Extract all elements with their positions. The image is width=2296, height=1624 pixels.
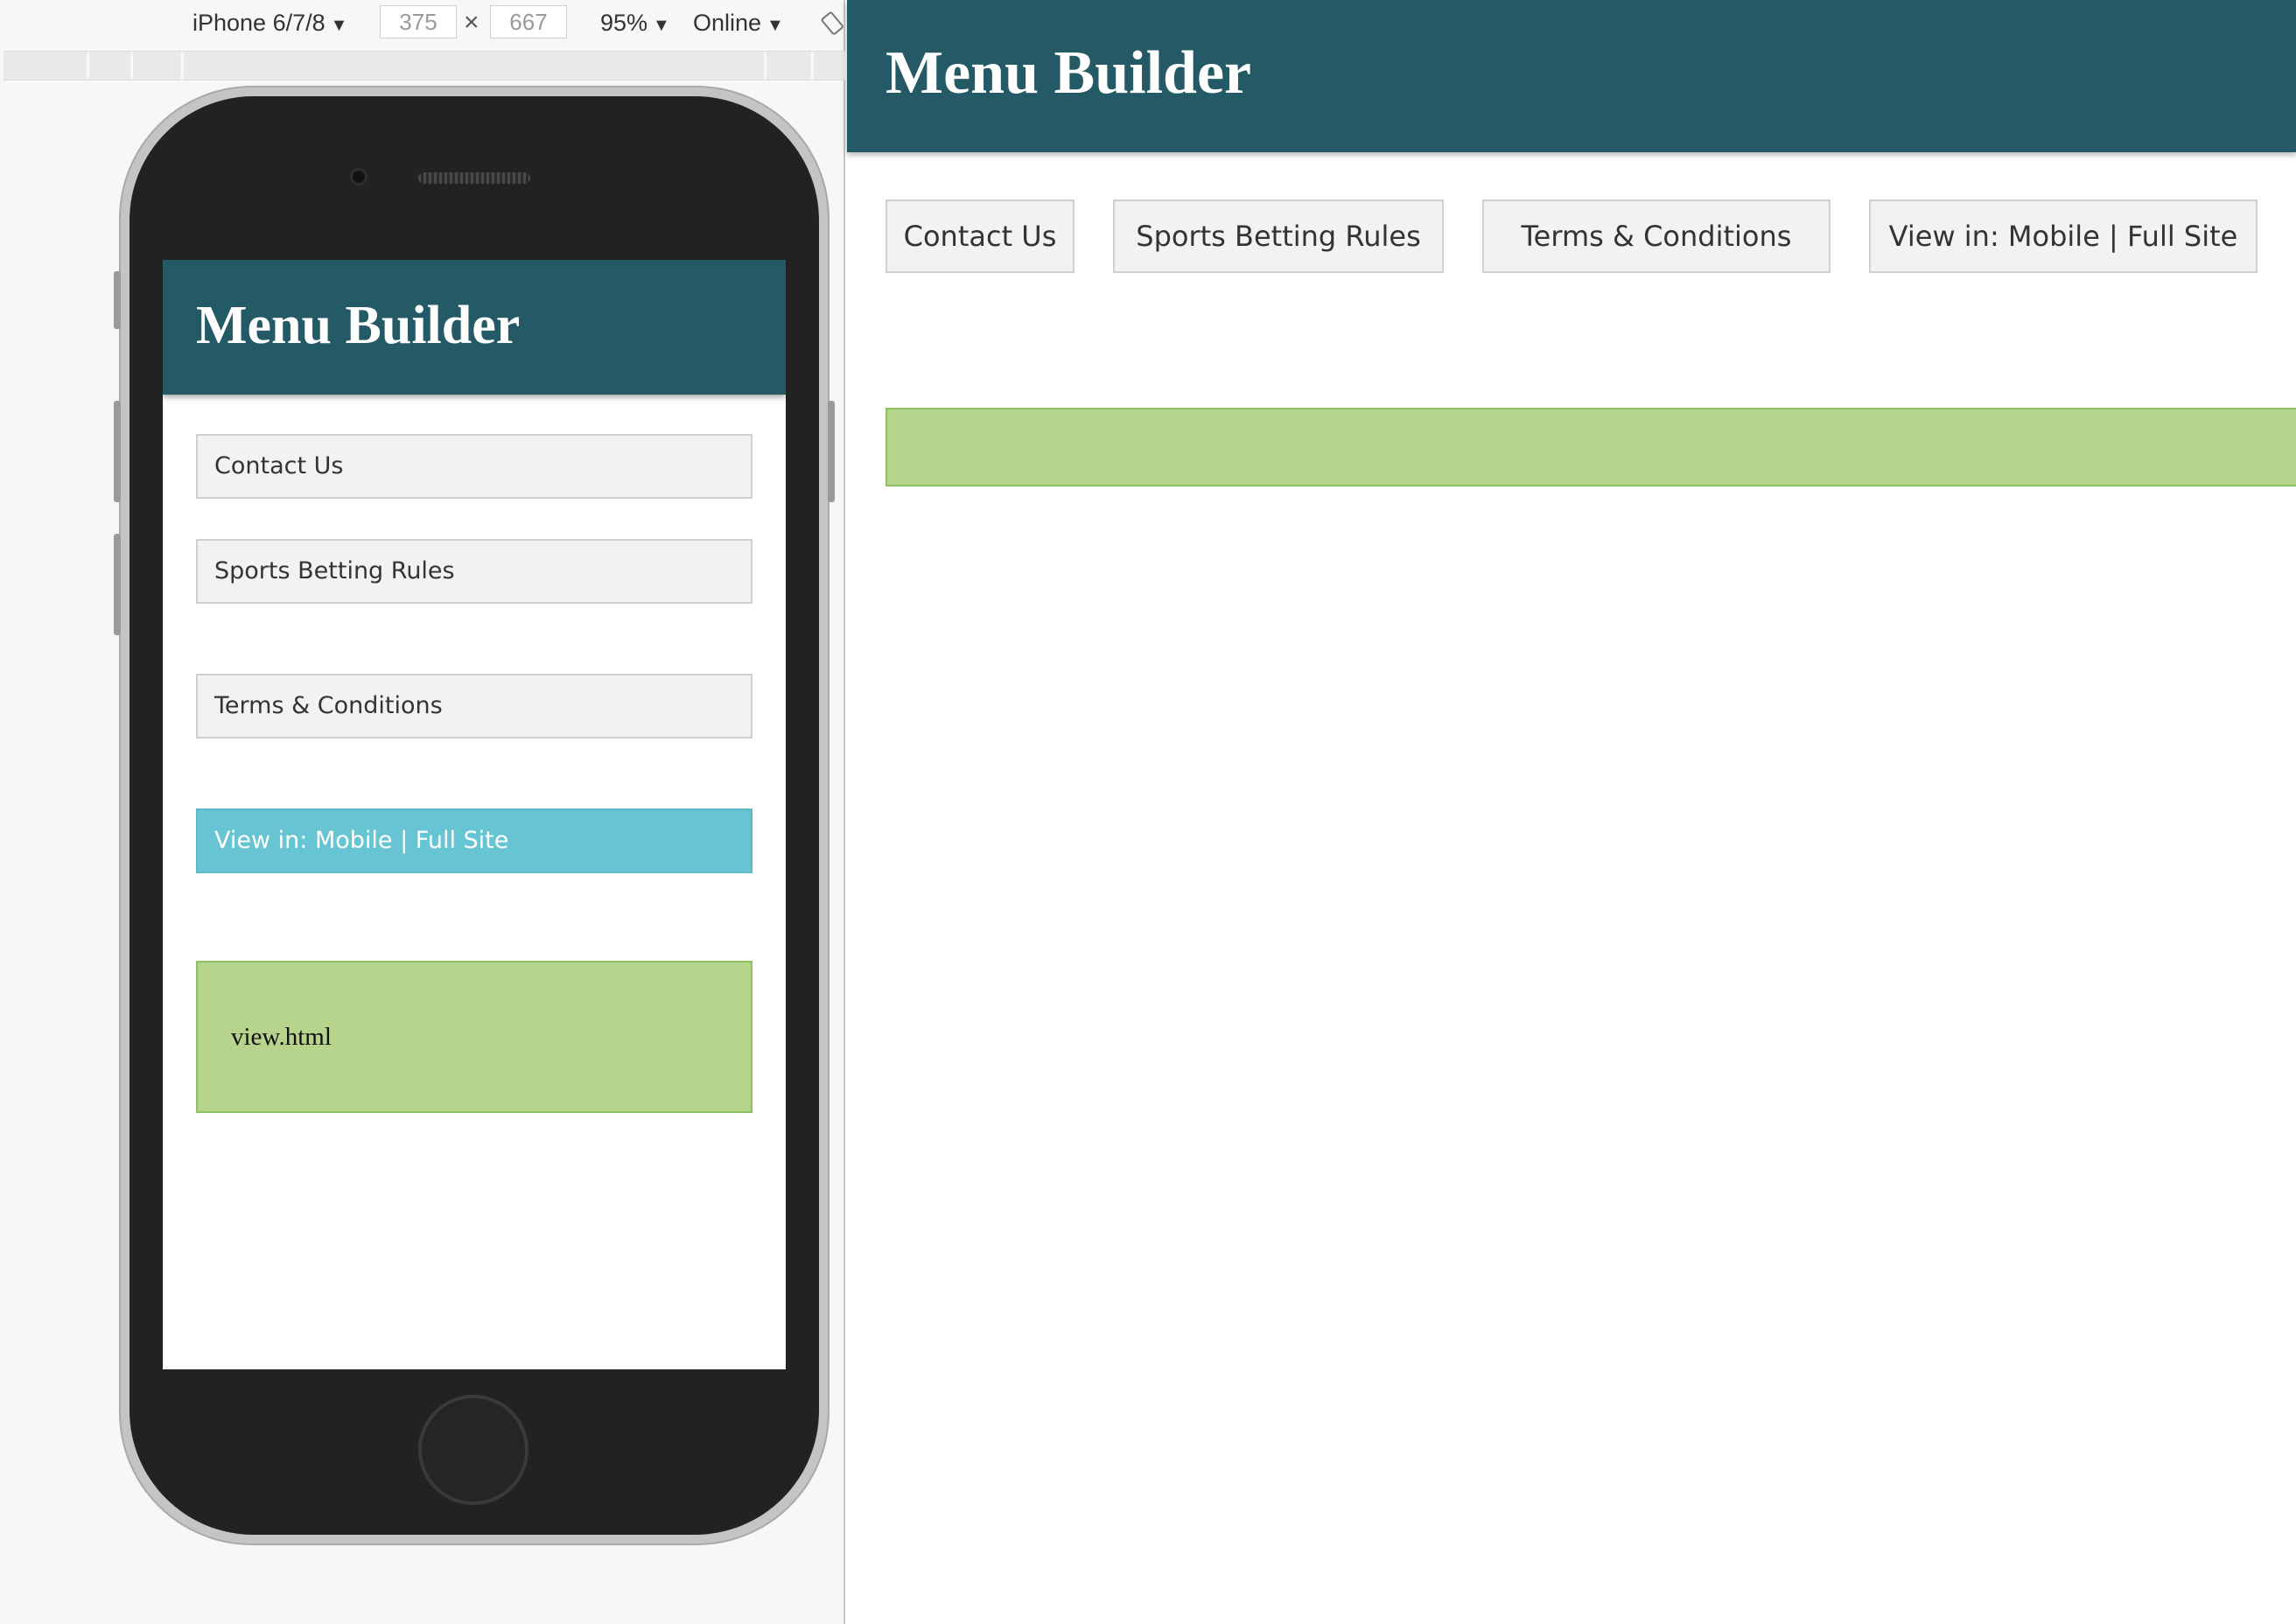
width-input[interactable]: 375	[380, 5, 457, 38]
home-button	[418, 1395, 528, 1505]
height-input[interactable]: 667	[490, 5, 567, 38]
mobile-viewport: Menu Builder Contact Us Sports Betting R…	[163, 260, 786, 1369]
power-button	[828, 401, 835, 502]
device-select[interactable]: iPhone 6/7/8 ▼	[192, 7, 347, 38]
mobile-menu-sports-betting-rules[interactable]: Sports Betting Rules	[196, 539, 752, 604]
mobile-menu-contact-us[interactable]: Contact Us	[196, 434, 752, 499]
ruler-segment[interactable]	[4, 52, 89, 80]
site-page-title: Menu Builder	[886, 39, 1252, 107]
site-menu-contact-us[interactable]: Contact Us	[886, 200, 1074, 273]
device-toolbar: iPhone 6/7/8 ▼ 375 × 667 95% ▼ Online ▼	[0, 0, 845, 46]
ruler-segment[interactable]	[133, 52, 184, 80]
ruler-segment[interactable]	[89, 52, 133, 80]
mobile-menu-terms-conditions[interactable]: Terms & Conditions	[196, 674, 752, 738]
dimension-times-icon: ×	[464, 8, 480, 37]
site-menu-view-in[interactable]: View in: Mobile | Full Site	[1869, 200, 2258, 273]
zoom-select-label: 95%	[600, 10, 648, 36]
mobile-content-area: view.html	[196, 961, 752, 1113]
media-query-ruler[interactable]	[4, 51, 845, 80]
dropdown-caret-icon: ▼	[766, 16, 784, 35]
mobile-header: Menu Builder	[163, 260, 786, 395]
camera-icon	[350, 168, 368, 186]
dropdown-caret-icon: ▼	[653, 16, 670, 35]
ruler-segment[interactable]	[184, 52, 766, 80]
network-select[interactable]: Online ▼	[693, 7, 784, 38]
dropdown-caret-icon: ▼	[330, 16, 348, 35]
volume-down-button	[114, 534, 121, 635]
rotate-icon[interactable]	[821, 10, 845, 35]
volume-up-button	[114, 401, 121, 502]
site-menu-sports-betting-rules[interactable]: Sports Betting Rules	[1113, 200, 1444, 273]
site-menu-terms-conditions[interactable]: Terms & Conditions	[1482, 200, 1830, 273]
mute-switch	[114, 271, 121, 329]
speaker-grille	[418, 172, 530, 184]
mobile-page-title: Menu Builder	[196, 296, 521, 355]
site-header: Menu Builder	[847, 0, 2296, 152]
content-placeholder-label: view.html	[231, 1023, 332, 1051]
ruler-segment[interactable]	[766, 52, 814, 80]
device-select-label: iPhone 6/7/8	[192, 10, 326, 36]
mobile-menu-view-in[interactable]: View in: Mobile | Full Site	[196, 808, 752, 873]
network-select-label: Online	[693, 10, 762, 36]
zoom-select[interactable]: 95% ▼	[600, 7, 670, 38]
device-emulation-pane: iPhone 6/7/8 ▼ 375 × 667 95% ▼ Online ▼ Men…	[0, 0, 845, 1624]
site-content-area	[886, 408, 2296, 486]
